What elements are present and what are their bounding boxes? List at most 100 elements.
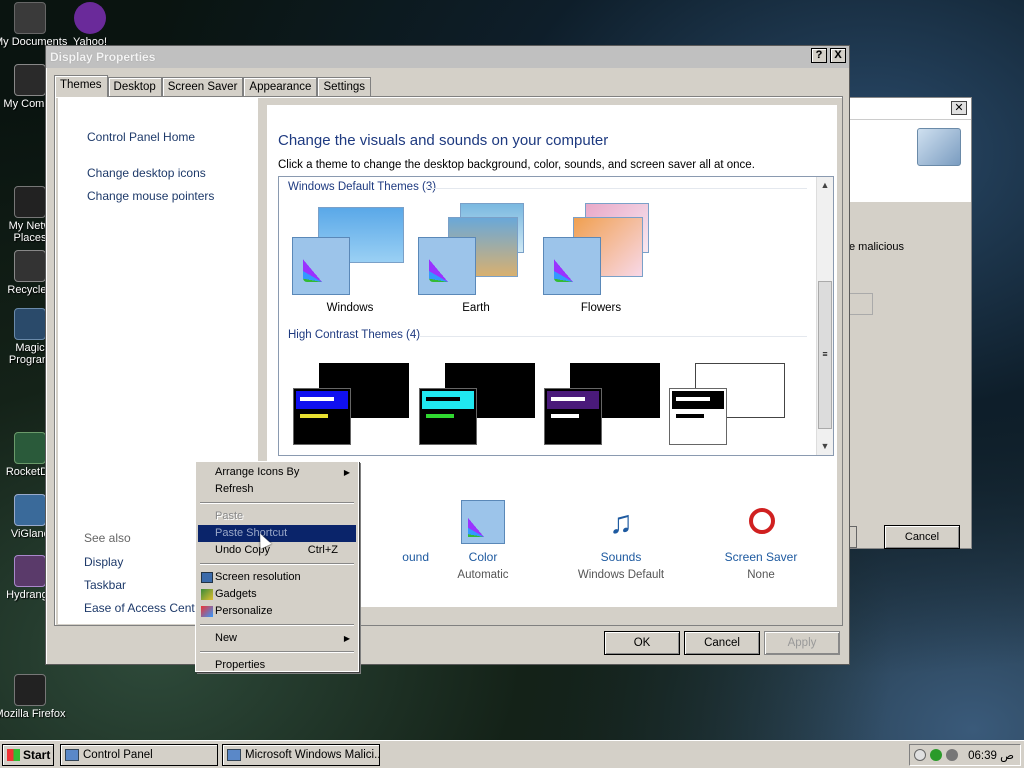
background-window-field[interactable]: [849, 293, 873, 315]
themes-tab-body: Control Panel Home Change desktop icons …: [54, 96, 843, 626]
windows-logo-icon: [7, 749, 20, 761]
menu-item-refresh[interactable]: Refresh: [198, 481, 356, 498]
link-change-mouse-pointers[interactable]: Change mouse pointers: [87, 189, 214, 203]
screen-saver-setting[interactable]: Screen Saver None: [706, 500, 816, 581]
theme-high-contrast-1[interactable]: [293, 363, 413, 448]
menu-item-properties[interactable]: Properties: [198, 657, 356, 674]
tab-screen-saver[interactable]: Screen Saver: [161, 77, 244, 97]
taskbar-item-label: Microsoft Windows Malici...: [245, 749, 380, 761]
desktop-icon-mozilla-firefox[interactable]: Mozilla Firefox: [0, 674, 66, 720]
theme-list-scrollbar[interactable]: ▲ ≡ ▼: [816, 177, 833, 455]
color-fan-icon: [554, 248, 592, 282]
tab-appearance[interactable]: Appearance: [243, 77, 318, 97]
theme-preview-text: [551, 414, 579, 418]
theme-high-contrast-2[interactable]: [419, 363, 539, 448]
menu-item-label: Paste Shortcut: [215, 527, 288, 539]
theme-color-swatch: [292, 237, 350, 295]
menu-item-screen-resolution[interactable]: Screen resolution: [198, 569, 356, 586]
group-header-high-contrast-themes: High Contrast Themes (4): [288, 329, 421, 341]
menu-item-label: Screen resolution: [215, 571, 301, 583]
clock[interactable]: 06:39 ص: [968, 748, 1014, 762]
menu-item-new[interactable]: New ▶: [198, 630, 356, 647]
theme-preview: [669, 388, 727, 445]
group-header-default-themes: Windows Default Themes (3): [288, 181, 437, 193]
desktop-context-menu: Arrange Icons By ▶ Refresh Paste Paste Sh…: [195, 461, 359, 672]
magic-icon: [14, 308, 46, 340]
theme-flowers[interactable]: Flowers: [543, 203, 663, 317]
firefox-icon: [14, 674, 46, 706]
speaker-icon[interactable]: [946, 749, 958, 761]
menu-separator: [200, 563, 354, 565]
start-button[interactable]: Start: [2, 744, 54, 766]
tab-strip: Themes Desktop Screen Saver Appearance S…: [54, 75, 372, 97]
taskbar-item-malicious-software-tool[interactable]: Microsoft Windows Malici...: [222, 744, 380, 766]
sounds-setting[interactable]: ♫ Sounds Windows Default: [566, 500, 676, 581]
close-icon[interactable]: ✕: [951, 101, 967, 115]
taskbar: Start Control Panel Microsoft Windows Ma…: [0, 740, 1024, 768]
theme-preview-text: [676, 414, 704, 418]
theme-preview-text: [676, 397, 710, 401]
hydrangea-icon: [14, 555, 46, 587]
cancel-button[interactable]: Cancel: [684, 631, 760, 655]
theme-windows[interactable]: Windows: [292, 207, 412, 317]
color-fan-icon: [429, 248, 467, 282]
folder-icon: [14, 2, 46, 34]
menu-item-label: New: [215, 632, 238, 644]
background-window[interactable]: ✕ e malicious Cancel: [848, 97, 972, 549]
scroll-down-icon[interactable]: ▼: [817, 438, 833, 454]
background-window-button[interactable]: [849, 526, 857, 548]
taskbar-item-control-panel[interactable]: Control Panel: [60, 744, 218, 766]
theme-name: Flowers: [580, 302, 622, 314]
menu-item-label: Arrange Icons By: [215, 466, 300, 478]
theme-preview-text: [551, 397, 585, 401]
theme-high-contrast-white[interactable]: [669, 363, 789, 448]
dialog-title: Display Properties: [50, 50, 156, 64]
security-shield-icon[interactable]: [930, 749, 942, 761]
theme-earth[interactable]: Earth: [418, 203, 538, 317]
desktop-icon-yahoo[interactable]: Yahoo!: [54, 2, 126, 48]
tab-themes[interactable]: Themes: [54, 75, 108, 97]
control-panel-icon: [65, 749, 79, 761]
link-ease-of-access-center[interactable]: Ease of Access Center: [84, 601, 205, 615]
scroll-up-icon[interactable]: ▲: [817, 177, 833, 193]
theme-preview-text: [300, 414, 328, 418]
background-window-header: [849, 120, 971, 202]
menu-item-personalize[interactable]: Personalize: [198, 603, 356, 620]
tab-settings[interactable]: Settings: [317, 77, 372, 97]
close-button[interactable]: X: [830, 48, 846, 63]
yahoo-icon: [74, 2, 106, 34]
display-properties-dialog: Display Properties ? X Themes Desktop Sc…: [45, 45, 850, 665]
screen-saver-icon: [739, 500, 783, 544]
theme-preview: [544, 388, 602, 445]
menu-separator: [200, 624, 354, 626]
apply-button[interactable]: Apply: [764, 631, 840, 655]
menu-item-label: Personalize: [215, 605, 273, 617]
link-change-desktop-icons[interactable]: Change desktop icons: [87, 166, 206, 180]
menu-item-shortcut: Ctrl+Z: [307, 544, 338, 556]
setting-value: Windows Default: [577, 569, 665, 581]
scrollbar-thumb[interactable]: ≡: [818, 281, 832, 429]
theme-high-contrast-3[interactable]: [544, 363, 664, 448]
tab-desktop[interactable]: Desktop: [107, 77, 162, 97]
theme-list: Windows Default Themes (3) Windows Earth: [278, 176, 834, 456]
help-button[interactable]: ?: [811, 48, 827, 63]
link-control-panel-home[interactable]: Control Panel Home: [87, 130, 195, 144]
viglance-icon: [14, 494, 46, 526]
background-cancel-button[interactable]: Cancel: [884, 525, 960, 549]
menu-item-paste-shortcut[interactable]: Paste Shortcut: [198, 525, 356, 542]
menu-item-arrange-icons-by[interactable]: Arrange Icons By ▶: [198, 464, 356, 481]
background-window-titlebar: ✕: [849, 98, 971, 120]
menu-item-paste[interactable]: Paste: [198, 508, 356, 525]
menu-item-label: Paste: [215, 510, 244, 522]
monitor-icon: [917, 128, 961, 166]
menu-item-gadgets[interactable]: Gadgets: [198, 586, 356, 603]
ok-button[interactable]: OK: [604, 631, 680, 655]
group-divider: [427, 188, 807, 189]
link-taskbar[interactable]: Taskbar: [84, 578, 126, 592]
tray-smiley-icon[interactable]: [914, 749, 926, 761]
dialog-titlebar[interactable]: Display Properties ? X: [46, 46, 849, 68]
link-display[interactable]: Display: [84, 555, 123, 569]
menu-item-undo-copy[interactable]: Undo Copy Ctrl+Z: [198, 542, 356, 559]
color-setting[interactable]: Color Automatic: [428, 500, 538, 581]
submenu-arrow-icon: ▶: [343, 634, 350, 643]
